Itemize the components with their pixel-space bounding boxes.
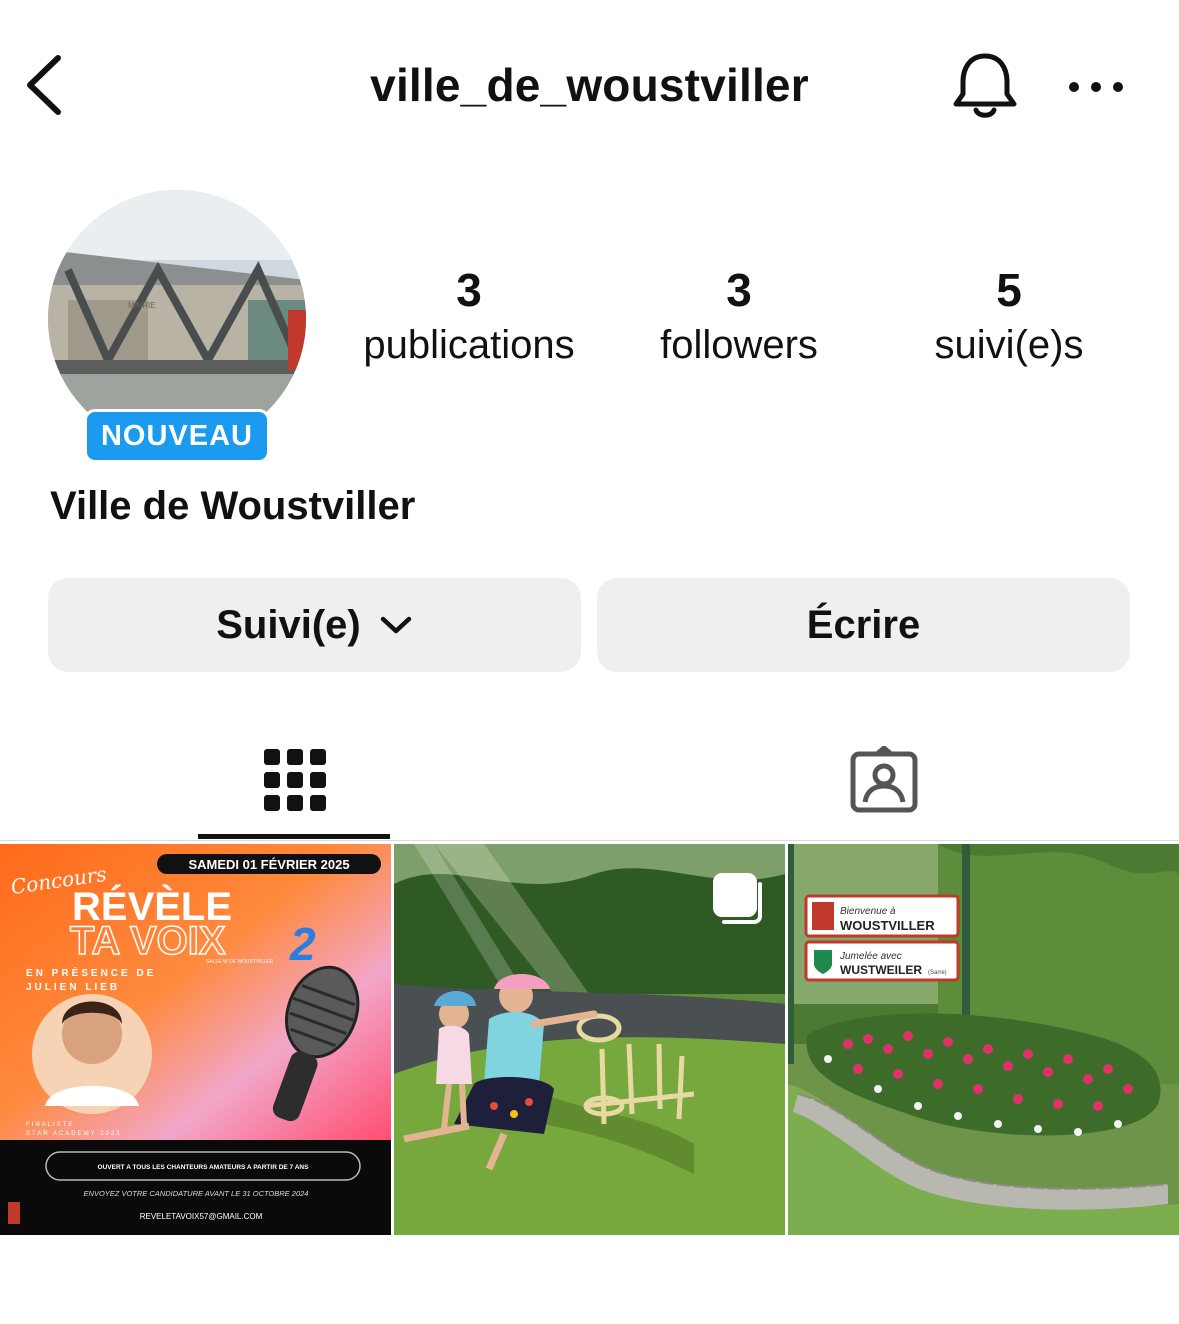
poster-email: REVELETAVOIX57@GMAIL.COM xyxy=(140,1212,263,1221)
profile-display-name: Ville de Woustviller xyxy=(50,484,416,528)
following-label: Suivi(e) xyxy=(216,602,361,647)
stat-value: 3 xyxy=(456,264,482,316)
bell-icon xyxy=(953,53,1017,118)
post-thumbnail-3[interactable]: Bienvenue à WOUSTVILLER Jumelée avec WUS… xyxy=(788,844,1179,1235)
poster-image: SAMEDI 01 FÉVRIER 2025 Concours RÉVÈLE T… xyxy=(0,844,391,1235)
more-horizontal-icon xyxy=(1069,82,1123,92)
sign-line2a: Jumelée avec xyxy=(839,951,902,962)
grid-icon xyxy=(263,749,326,811)
message-button[interactable]: Écrire xyxy=(597,578,1130,672)
stat-publications[interactable]: 3 publications xyxy=(329,262,609,372)
stat-label: publications xyxy=(363,323,575,367)
sign-line2c: (Sarre) xyxy=(928,970,947,976)
tab-divider xyxy=(0,840,1179,841)
following-button[interactable]: Suivi(e) xyxy=(48,578,581,672)
poster-presence-2: JULIEN LIEB xyxy=(26,982,120,993)
stat-value: 3 xyxy=(726,264,752,316)
poster-open: OUVERT A TOUS LES CHANTEURS AMATEURS A P… xyxy=(98,1164,310,1171)
poster-venue: SALLE W DE WOUSTVILLER xyxy=(206,959,274,965)
poster-title-2: TA VOIX xyxy=(70,919,226,963)
avatar-image: MAIRIE xyxy=(48,190,306,448)
poster-deadline: ENVOYEZ VOTRE CANDIDATURE AVANT LE 31 OC… xyxy=(84,1189,309,1198)
tab-posts-grid[interactable] xyxy=(0,720,589,840)
sign-line2b: WUSTWEILER xyxy=(840,963,922,977)
avatar-sign-text: MAIRIE xyxy=(128,301,156,310)
photo-children-game xyxy=(394,844,785,1235)
poster-presence-1: EN PRÉSENCE DE xyxy=(26,966,156,979)
sign-line1a: Bienvenue à xyxy=(840,906,896,917)
poster-date: SAMEDI 01 FÉVRIER 2025 xyxy=(188,857,349,872)
notifications-button[interactable] xyxy=(950,50,1020,122)
more-options-button[interactable] xyxy=(1066,72,1126,102)
poster-finalist-2: STAR ACADEMY 2023 xyxy=(26,1131,121,1137)
poster-finalist-1: FINALISTE xyxy=(26,1122,74,1128)
new-badge: NOUVEAU xyxy=(87,412,267,460)
post-thumbnail-2[interactable] xyxy=(394,844,785,1235)
stat-following[interactable]: 5 suivi(e)s xyxy=(869,262,1149,372)
stat-label: followers xyxy=(660,323,818,367)
tab-tagged[interactable] xyxy=(589,720,1179,840)
tagged-icon xyxy=(850,746,918,813)
stat-value: 5 xyxy=(996,264,1022,316)
post-thumbnail-1[interactable]: SAMEDI 01 FÉVRIER 2025 Concours RÉVÈLE T… xyxy=(0,844,391,1235)
sign-line1b: WOUSTVILLER xyxy=(840,918,935,933)
active-tab-indicator xyxy=(198,834,390,839)
photo-welcome-sign: Bienvenue à WOUSTVILLER Jumelée avec WUS… xyxy=(788,844,1179,1235)
stat-label: suivi(e)s xyxy=(934,323,1084,367)
chevron-down-icon xyxy=(380,616,411,634)
profile-avatar[interactable]: MAIRIE xyxy=(48,190,306,448)
stat-followers[interactable]: 3 followers xyxy=(599,262,879,372)
message-label: Écrire xyxy=(806,602,921,647)
poster-title-number: 2 xyxy=(289,918,316,970)
